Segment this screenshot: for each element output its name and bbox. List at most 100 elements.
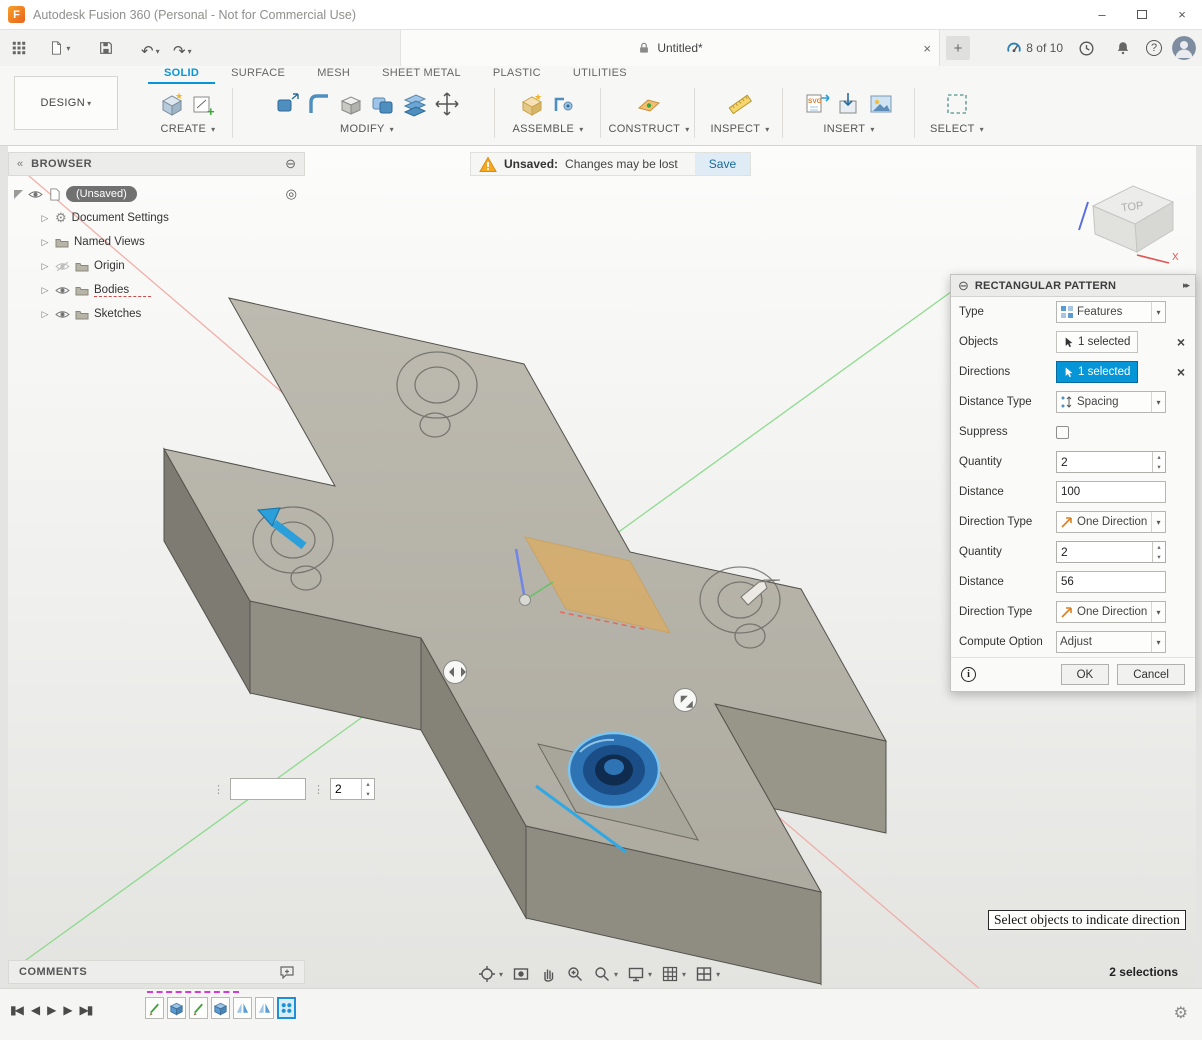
document-tab[interactable]: Untitled* × xyxy=(400,30,940,66)
ok-button[interactable]: OK xyxy=(1061,664,1110,685)
quantity-1-input[interactable] xyxy=(1057,452,1152,472)
clear-objects-button[interactable]: × xyxy=(1175,334,1187,350)
spinner-stepper[interactable]: ▴▾ xyxy=(1152,542,1165,562)
distance-2-input[interactable] xyxy=(1056,571,1166,593)
insert-mcmaster-button[interactable] xyxy=(835,90,863,118)
document-tab-close-button[interactable]: × xyxy=(923,41,931,56)
select-button[interactable] xyxy=(943,90,971,118)
new-body-button[interactable]: ★ xyxy=(158,90,186,118)
browser-root-row[interactable]: (Unsaved) ◎ xyxy=(14,182,305,206)
workspace-switcher[interactable]: DESIGN ▾ xyxy=(14,76,118,130)
file-menu-button[interactable]: ▾ xyxy=(43,30,75,66)
assemble-dropdown[interactable]: ASSEMBLE▾ xyxy=(512,123,583,135)
step-down-icon[interactable]: ▾ xyxy=(362,789,374,799)
grid-layout-button[interactable]: ▾ xyxy=(661,965,686,983)
tab-utilities[interactable]: UTILITIES xyxy=(557,66,643,84)
objects-selection-chip[interactable]: 1 selected xyxy=(1056,331,1138,353)
undo-button[interactable]: ↶▾ xyxy=(136,33,165,69)
dialog-header[interactable]: ⊖ RECTANGULAR PATTERN ▸▸ xyxy=(951,275,1195,297)
activate-radio-icon[interactable]: ◎ xyxy=(286,186,297,202)
tab-surface[interactable]: SURFACE xyxy=(215,66,301,84)
tab-plastic[interactable]: PLASTIC xyxy=(477,66,557,84)
construct-plane-button[interactable] xyxy=(635,90,663,118)
browser-header[interactable]: « BROWSER ⊖ xyxy=(8,152,305,176)
zoom-window-button[interactable]: ▾ xyxy=(593,965,618,983)
tab-mesh[interactable]: MESH xyxy=(301,66,366,84)
offset-face-button[interactable] xyxy=(401,90,429,118)
origin-point[interactable] xyxy=(520,595,531,606)
step-down-icon[interactable]: ▾ xyxy=(1153,552,1165,562)
direction-type-2-dropdown[interactable]: One Direction ▾ xyxy=(1056,601,1166,623)
tree-item-sketches[interactable]: ▷ Sketches xyxy=(14,302,305,326)
dialog-pin-icon[interactable]: ▸▸ xyxy=(1183,280,1188,291)
selected-hole[interactable] xyxy=(569,733,659,807)
timeline-extrude-item[interactable] xyxy=(167,997,186,1019)
comments-bar[interactable]: COMMENTS xyxy=(8,960,305,984)
eye-icon[interactable] xyxy=(28,189,43,200)
step-up-icon[interactable]: ▴ xyxy=(1153,452,1165,462)
quantity-1-spinner[interactable]: ▴▾ xyxy=(1056,451,1166,473)
timeline-mirror-item[interactable] xyxy=(255,997,274,1019)
go-to-end-button[interactable]: ▶▮ xyxy=(80,1003,92,1017)
info-icon[interactable]: i xyxy=(961,667,976,682)
measure-button[interactable] xyxy=(726,90,754,118)
look-at-button[interactable] xyxy=(512,965,530,983)
quantity-value-input[interactable] xyxy=(331,779,361,799)
timeline-pattern-item-active[interactable] xyxy=(277,997,296,1019)
play-button[interactable]: ▶ xyxy=(47,1003,54,1017)
dialog-collapse-icon[interactable]: ⊖ xyxy=(958,278,969,294)
minimize-button[interactable]: – xyxy=(1082,0,1122,30)
close-button[interactable]: × xyxy=(1162,0,1202,30)
fillet-button[interactable] xyxy=(305,90,333,118)
orbit-button[interactable]: ▾ xyxy=(478,965,503,983)
save-button[interactable]: Save xyxy=(695,153,750,175)
step-forward-button[interactable]: ▶ xyxy=(63,1003,70,1017)
tree-item-bodies[interactable]: ▷ Bodies xyxy=(14,278,305,302)
browser-minimize-icon[interactable]: ⊖ xyxy=(285,156,296,172)
view-cube[interactable]: TOP X xyxy=(1075,168,1195,264)
new-component-button[interactable]: ★ xyxy=(518,90,546,118)
timeline-extrude-item[interactable] xyxy=(211,997,230,1019)
insert-canvas-button[interactable] xyxy=(867,90,895,118)
help-button[interactable]: ? xyxy=(1146,40,1162,56)
expand-arrow-icon[interactable]: ▷ xyxy=(40,309,50,320)
flip-handle[interactable] xyxy=(444,661,467,684)
browser-collapse-icon[interactable]: « xyxy=(17,158,23,170)
construct-dropdown[interactable]: CONSTRUCT▾ xyxy=(608,123,689,135)
joint-button[interactable] xyxy=(550,90,578,118)
directions-selection-chip[interactable]: 1 selected xyxy=(1056,361,1138,383)
type-dropdown[interactable]: Features ▾ xyxy=(1056,301,1166,323)
step-up-icon[interactable]: ▴ xyxy=(1153,542,1165,552)
expand-arrow-icon[interactable]: ▷ xyxy=(40,237,50,248)
insert-dropdown[interactable]: INSERT▾ xyxy=(823,123,874,135)
tab-sheet-metal[interactable]: SHEET METAL xyxy=(366,66,477,84)
eye-icon[interactable] xyxy=(55,285,70,296)
direction-type-1-dropdown[interactable]: One Direction ▾ xyxy=(1056,511,1166,533)
redo-button[interactable]: ↷▾ xyxy=(168,33,197,69)
distance-1-input[interactable] xyxy=(1056,481,1166,503)
go-to-start-button[interactable]: ▮◀ xyxy=(10,1003,22,1017)
tree-item-document-settings[interactable]: ▷ ⚙ Document Settings xyxy=(14,206,305,230)
timeline-sketch-item[interactable] xyxy=(145,997,164,1019)
step-down-icon[interactable]: ▾ xyxy=(1153,462,1165,472)
expand-arrow-icon[interactable]: ▷ xyxy=(40,285,50,296)
timeline-sketch-item[interactable] xyxy=(189,997,208,1019)
step-up-icon[interactable]: ▴ xyxy=(362,779,374,789)
modify-dropdown[interactable]: MODIFY▾ xyxy=(340,123,394,135)
combine-button[interactable] xyxy=(369,90,397,118)
compute-option-dropdown[interactable]: Adjust ▾ xyxy=(1056,631,1166,653)
notifications-button[interactable] xyxy=(1110,30,1136,66)
job-status-button[interactable] xyxy=(1073,30,1100,66)
expand-arrow-icon[interactable]: ▷ xyxy=(40,213,50,224)
root-document-label[interactable]: (Unsaved) xyxy=(66,186,137,202)
eye-icon[interactable] xyxy=(55,309,70,320)
press-pull-button[interactable] xyxy=(273,90,301,118)
zoom-button[interactable] xyxy=(566,965,584,983)
move-copy-button[interactable] xyxy=(433,90,461,118)
user-avatar[interactable] xyxy=(1172,36,1196,60)
quantity-spinner[interactable]: ▴▾ xyxy=(330,778,375,800)
create-dropdown[interactable]: CREATE▾ xyxy=(161,123,216,135)
display-settings-button[interactable]: ▾ xyxy=(627,965,652,983)
save-toolbar-button[interactable] xyxy=(93,30,119,66)
create-sketch-button[interactable]: + xyxy=(190,90,218,118)
